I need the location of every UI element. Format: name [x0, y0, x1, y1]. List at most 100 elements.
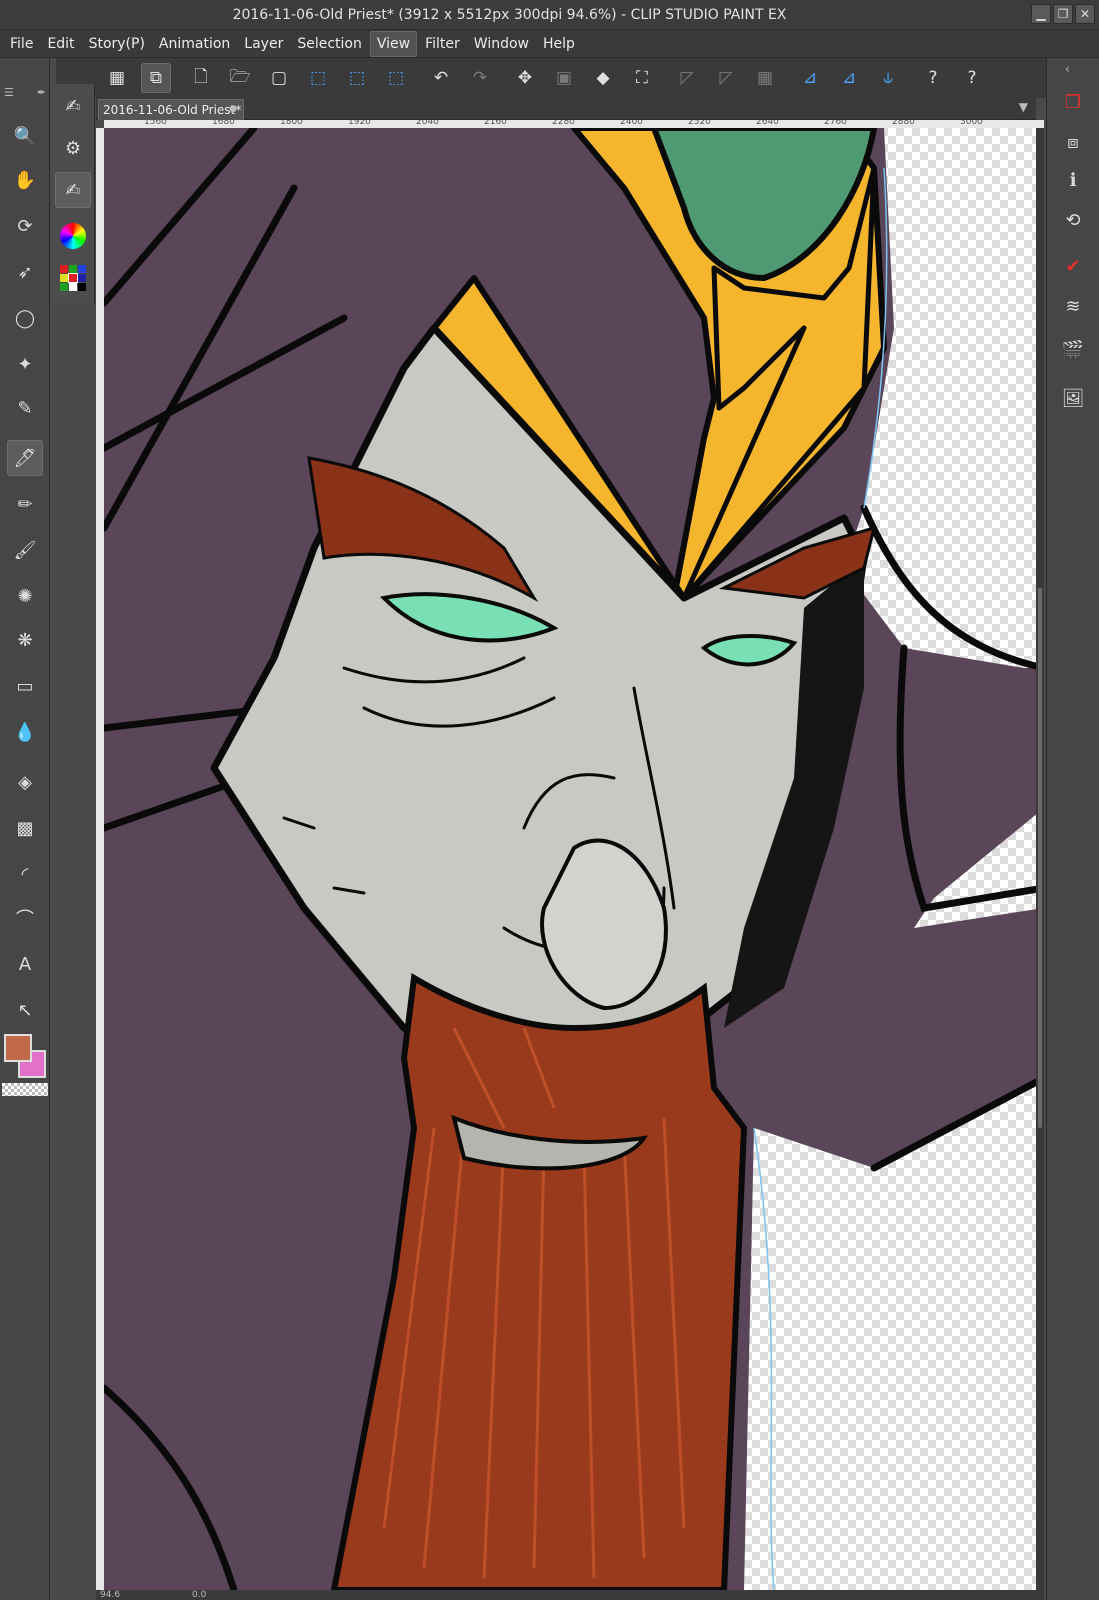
- move-icon[interactable]: ➶: [7, 254, 43, 290]
- save-icon[interactable]: ▢: [264, 63, 294, 93]
- tool-palette: ☰ ✒ 🔍 ✋ ⟳ ➶ ◯ ✦ ✎ 🖊 ✏ 🖌 ✺ ❋ ▭ 💧 ◈ ▩ ◜ ⌒ …: [0, 58, 50, 1600]
- pencil-icon[interactable]: ✏: [7, 486, 43, 522]
- line-correct-icon[interactable]: ↖: [7, 992, 43, 1028]
- sub-tool-settings-icon[interactable]: ⚙: [55, 130, 91, 166]
- menu-story[interactable]: Story(P): [83, 32, 151, 56]
- close-button[interactable]: ✕: [1075, 4, 1095, 24]
- auto-action-icon[interactable]: ⟲: [1055, 202, 1091, 238]
- ruler-tick-label: 2520: [688, 120, 711, 127]
- open-folder-icon[interactable]: 🗁: [225, 63, 255, 93]
- layer-property-icon[interactable]: ❐: [1055, 84, 1091, 120]
- grid-off-icon[interactable]: ▦: [750, 63, 780, 93]
- tab-close-icon[interactable]: ●: [229, 104, 237, 114]
- menu-edit[interactable]: Edit: [41, 32, 80, 56]
- main-color-swatch[interactable]: [4, 1034, 32, 1062]
- brush-icon[interactable]: 🖌: [7, 532, 43, 568]
- ruler-tick-label: 2160: [484, 120, 507, 127]
- material-icon[interactable]: 🖼: [1055, 380, 1091, 416]
- panel-menu-icon[interactable]: ☰: [4, 86, 14, 108]
- menu-help[interactable]: Help: [537, 32, 581, 56]
- zoom-icon[interactable]: 🔍: [7, 118, 43, 154]
- pen-icon[interactable]: 🖊: [7, 440, 43, 476]
- magic-wand-icon[interactable]: ✦: [7, 346, 43, 382]
- ruler-tick-label: 1800: [280, 120, 303, 127]
- curve-ruler-icon[interactable]: ⊿: [834, 63, 864, 93]
- minimize-button[interactable]: ▁: [1031, 4, 1051, 24]
- zoom-readout[interactable]: 94.6: [100, 1590, 120, 1600]
- ruler-tick-label: 1680: [212, 120, 235, 127]
- rotate-icon[interactable]: ⟳: [7, 208, 43, 244]
- ruler-off2-icon[interactable]: ◸: [711, 63, 741, 93]
- eraser-icon[interactable]: ▭: [7, 668, 43, 704]
- crop-icon[interactable]: ⛶: [627, 63, 657, 93]
- menu-window[interactable]: Window: [468, 32, 535, 56]
- maximize-button[interactable]: ❐: [1053, 4, 1073, 24]
- menu-layer[interactable]: Layer: [238, 32, 289, 56]
- menu-animation[interactable]: Animation: [153, 32, 236, 56]
- curve-icon[interactable]: ⌒: [7, 900, 43, 936]
- menu-file[interactable]: File: [4, 32, 39, 56]
- tab-list-dropdown-icon[interactable]: ▼: [1019, 100, 1028, 114]
- new-file-icon[interactable]: 🗋: [186, 63, 216, 93]
- sub-tool-pen-active-icon[interactable]: ✍: [55, 172, 91, 208]
- check-icon[interactable]: ✔: [1055, 248, 1091, 284]
- ruler-off-icon[interactable]: ◸: [672, 63, 702, 93]
- select-layer-alt-icon[interactable]: ⬚: [342, 63, 372, 93]
- grid-icon[interactable]: ▦: [102, 63, 132, 93]
- text-icon[interactable]: A: [7, 946, 43, 982]
- top-ruler: 1560 1680 1800 1920 2040 2160 2280 2400 2520 2640…: [104, 120, 1044, 128]
- figure-icon[interactable]: ◜: [7, 856, 43, 892]
- menu-bar: File Edit Story(P) Animation Layer Selec…: [0, 30, 1099, 58]
- gradient-icon[interactable]: ▩: [7, 810, 43, 846]
- redo-icon[interactable]: ↷: [465, 63, 495, 93]
- ruler-tick-label: 2760: [824, 120, 847, 127]
- select-layer-alt2-icon[interactable]: ⬚: [381, 63, 411, 93]
- ruler-tick-label: 3000: [960, 120, 983, 127]
- selection-box-icon[interactable]: ▣: [549, 63, 579, 93]
- ruler-tick-label: 2880: [892, 120, 915, 127]
- transform-points-icon[interactable]: ✥: [510, 63, 540, 93]
- fill-bucket-icon[interactable]: ◈: [7, 764, 43, 800]
- tone-icon[interactable]: ⧈: [1055, 124, 1091, 160]
- color-wheel-icon[interactable]: [55, 218, 91, 254]
- collapse-icon[interactable]: ‹: [1065, 62, 1070, 76]
- info-icon[interactable]: ℹ: [1055, 162, 1091, 198]
- ruler-tick-label: 1920: [348, 120, 371, 127]
- menu-view[interactable]: View: [369, 30, 418, 57]
- title-bar: 2016-11-06-Old Priest* (3912 x 5512px 30…: [0, 0, 1099, 30]
- ruler-tick-label: 2040: [416, 120, 439, 127]
- perspective-ruler-icon[interactable]: ⊿: [795, 63, 825, 93]
- screen-icon[interactable]: ⧉: [141, 63, 171, 93]
- decoration-icon[interactable]: ❋: [7, 622, 43, 658]
- menu-selection[interactable]: Selection: [291, 32, 368, 56]
- status-bar: 94.6 0.0: [96, 1590, 1044, 1600]
- pen-small-icon[interactable]: ✒: [37, 86, 46, 108]
- select-layer-icon[interactable]: ⬚: [303, 63, 333, 93]
- guide-line-bottom: [753, 1127, 775, 1590]
- layers-icon[interactable]: ≋: [1055, 288, 1091, 324]
- document-tab[interactable]: 2016-11-06-Old Priest* ●: [98, 99, 244, 120]
- ruler-tick-label: 2640: [756, 120, 779, 127]
- left-ruler: [96, 128, 104, 1590]
- animation-icon[interactable]: 🎬: [1055, 332, 1091, 368]
- window-title: 2016-11-06-Old Priest* (3912 x 5512px 30…: [232, 7, 787, 23]
- fill-icon[interactable]: ◆: [588, 63, 618, 93]
- menu-filter[interactable]: Filter: [419, 32, 466, 56]
- color-set-icon[interactable]: [55, 260, 91, 296]
- undo-icon[interactable]: ↶: [426, 63, 456, 93]
- transparent-color-swatch[interactable]: [2, 1083, 48, 1096]
- command-bar: ▦ ⧉ 🗋 🗁 ▢ ⬚ ⬚ ⬚ ↶ ↷ ✥ ▣ ◆ ⛶ ◸ ◸ ▦ ⊿ ⊿ ⫝ …: [56, 58, 1046, 98]
- help-icon[interactable]: ?: [918, 63, 948, 93]
- airbrush-icon[interactable]: ✺: [7, 578, 43, 614]
- scrollbar-thumb[interactable]: [1038, 588, 1042, 1128]
- eyedropper-icon[interactable]: ✎: [7, 390, 43, 426]
- blend-icon[interactable]: 💧: [7, 714, 43, 750]
- snap-ruler-icon[interactable]: ⫝: [873, 63, 903, 93]
- drawing-canvas[interactable]: [104, 128, 1044, 1590]
- help-alt-icon[interactable]: ?: [957, 63, 987, 93]
- hand-icon[interactable]: ✋: [7, 162, 43, 198]
- lasso-icon[interactable]: ◯: [7, 300, 43, 336]
- rotation-readout[interactable]: 0.0: [192, 1590, 206, 1600]
- sub-tool-pen-icon[interactable]: ✍: [55, 88, 91, 124]
- vertical-scrollbar[interactable]: [1036, 128, 1044, 1590]
